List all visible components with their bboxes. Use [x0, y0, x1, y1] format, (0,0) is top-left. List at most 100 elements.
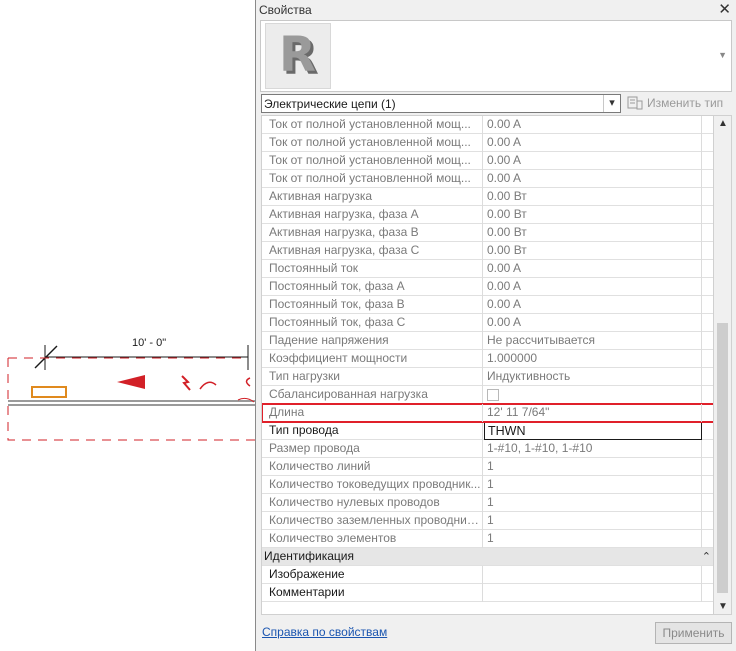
property-row-comments[interactable]: Комментарии: [262, 584, 713, 602]
property-value: 0.00 A: [484, 170, 702, 188]
property-row[interactable]: Ток от полной установленной мощ... 0.00 …: [262, 152, 713, 170]
palette-title-bar: Свойства ✕: [256, 0, 736, 20]
property-row[interactable]: Количество линий 1: [262, 458, 713, 476]
type-selector-dropdown[interactable]: Электрические цепи (1) ▾: [261, 94, 621, 113]
edit-type-label: Изменить тип: [647, 96, 724, 110]
property-name: Длина: [262, 404, 483, 422]
property-value: 0.00 A: [484, 296, 702, 314]
property-row[interactable]: Постоянный ток, фаза A 0.00 A: [262, 278, 713, 296]
property-value: 1: [484, 458, 702, 476]
property-row[interactable]: Постоянный ток 0.00 A: [262, 260, 713, 278]
property-value: 0.00 A: [484, 134, 702, 152]
property-name: Активная нагрузка, фаза B: [262, 224, 483, 242]
scroll-up-icon[interactable]: ▲: [718, 118, 728, 129]
property-grid: Ток от полной установленной мощ... 0.00 …: [261, 115, 714, 615]
property-row[interactable]: Ток от полной установленной мощ... 0.00 …: [262, 116, 713, 134]
edit-type-icon: [627, 96, 643, 110]
property-grid-scrollbar[interactable]: ▲ ▼: [714, 115, 732, 615]
property-row[interactable]: Количество заземленных проводник... 1: [262, 512, 713, 530]
property-name: Падение напряжения: [262, 332, 483, 350]
lightning-icon: [181, 375, 191, 391]
property-value: [484, 386, 702, 404]
element-tag: [31, 386, 67, 398]
property-value: 0.00 A: [484, 314, 702, 332]
property-value: 0.00 Вт: [484, 188, 702, 206]
edit-type-button[interactable]: Изменить тип: [627, 94, 733, 113]
type-preview: R ▼: [260, 20, 732, 92]
property-value: 1: [484, 530, 702, 548]
property-row[interactable]: Активная нагрузка, фаза C 0.00 Вт: [262, 242, 713, 260]
property-row[interactable]: Размер провода 1-#10, 1-#10, 1-#10: [262, 440, 713, 458]
property-name: Комментарии: [262, 584, 483, 602]
circuit-boundary: [7, 357, 256, 441]
property-row[interactable]: Количество токоведущих проводник... 1: [262, 476, 713, 494]
wire-type-input[interactable]: THWN: [484, 422, 702, 440]
property-value: Индуктивность: [484, 368, 702, 386]
property-name: Количество нулевых проводов: [262, 494, 483, 512]
circuit-drawing: 10' - 0": [7, 337, 256, 441]
property-row-image[interactable]: Изображение: [262, 566, 713, 584]
property-row[interactable]: Падение напряжения Не рассчитывается: [262, 332, 713, 350]
property-row[interactable]: Ток от полной установленной мощ... 0.00 …: [262, 170, 713, 188]
group-header-identity[interactable]: Идентификация ⌃: [262, 548, 713, 566]
property-name: Коэффициент мощности: [262, 350, 483, 368]
property-value: 12' 11 7/64": [484, 404, 702, 422]
property-name: Постоянный ток, фаза C: [262, 314, 483, 332]
property-value: 1: [484, 476, 702, 494]
property-name: Количество элементов: [262, 530, 483, 548]
circuit-direction-arrow: [117, 375, 145, 389]
property-row[interactable]: Активная нагрузка, фаза A 0.00 Вт: [262, 206, 713, 224]
property-name: Количество заземленных проводник...: [262, 512, 483, 530]
properties-palette: Свойства ✕ R ▼ Электрические цепи (1) ▾ …: [255, 0, 736, 651]
type-selector-value: Электрические цепи (1): [264, 97, 396, 111]
property-name: Тип провода: [262, 422, 483, 440]
property-name: Постоянный ток, фаза B: [262, 296, 483, 314]
property-name: Ток от полной установленной мощ...: [262, 116, 483, 134]
property-value: 0.00 A: [484, 260, 702, 278]
property-name: Постоянный ток: [262, 260, 483, 278]
scrollbar-thumb[interactable]: [717, 323, 728, 593]
collapse-icon[interactable]: ⌃: [702, 548, 711, 566]
property-row-wire-type[interactable]: Тип провода THWN: [262, 422, 713, 440]
property-name: Активная нагрузка, фаза A: [262, 206, 483, 224]
property-name: Размер провода: [262, 440, 483, 458]
property-value: 0.00 A: [484, 152, 702, 170]
property-row[interactable]: Постоянный ток, фаза B 0.00 A: [262, 296, 713, 314]
balanced-load-checkbox[interactable]: [487, 389, 499, 401]
close-icon[interactable]: ✕: [718, 1, 731, 19]
properties-help-link[interactable]: Справка по свойствам: [262, 625, 387, 639]
property-row[interactable]: Активная нагрузка, фаза B 0.00 Вт: [262, 224, 713, 242]
comments-value-field[interactable]: [484, 584, 702, 602]
group-title: Идентификация: [264, 549, 354, 563]
chevron-down-icon[interactable]: ▾: [603, 95, 620, 112]
dimension-text: 10' - 0": [132, 337, 166, 349]
chevron-down-icon[interactable]: ▼: [718, 50, 727, 60]
property-row[interactable]: Количество элементов 1: [262, 530, 713, 548]
property-name: Тип нагрузки: [262, 368, 483, 386]
property-row[interactable]: Тип нагрузки Индуктивность: [262, 368, 713, 386]
property-row[interactable]: Коэффициент мощности 1.000000: [262, 350, 713, 368]
property-row-length[interactable]: Длина 12' 11 7/64": [262, 403, 713, 423]
property-name: Активная нагрузка, фаза C: [262, 242, 483, 260]
property-row[interactable]: Постоянный ток, фаза C 0.00 A: [262, 314, 713, 332]
property-row[interactable]: Количество нулевых проводов 1: [262, 494, 713, 512]
property-value: 0.00 A: [484, 116, 702, 134]
image-value-field[interactable]: [484, 566, 702, 584]
revit-logo-letter: R: [279, 27, 316, 83]
property-row[interactable]: Ток от полной установленной мощ... 0.00 …: [262, 134, 713, 152]
property-value: 1: [484, 494, 702, 512]
property-name: Ток от полной установленной мощ...: [262, 152, 483, 170]
property-value: 0.00 Вт: [484, 224, 702, 242]
property-value: 0.00 Вт: [484, 242, 702, 260]
property-name: Количество токоведущих проводник...: [262, 476, 483, 494]
property-name: Ток от полной установленной мощ...: [262, 134, 483, 152]
property-value: 0.00 A: [484, 278, 702, 296]
property-name: Постоянный ток, фаза A: [262, 278, 483, 296]
property-row[interactable]: Сбалансированная нагрузка: [262, 386, 713, 404]
apply-button[interactable]: Применить: [655, 622, 732, 644]
property-row[interactable]: Активная нагрузка 0.00 Вт: [262, 188, 713, 206]
drawing-canvas[interactable]: 10' - 0": [0, 0, 256, 651]
panel-symbol: [245, 377, 251, 387]
property-name: Изображение: [262, 566, 483, 584]
scroll-down-icon[interactable]: ▼: [718, 601, 728, 612]
